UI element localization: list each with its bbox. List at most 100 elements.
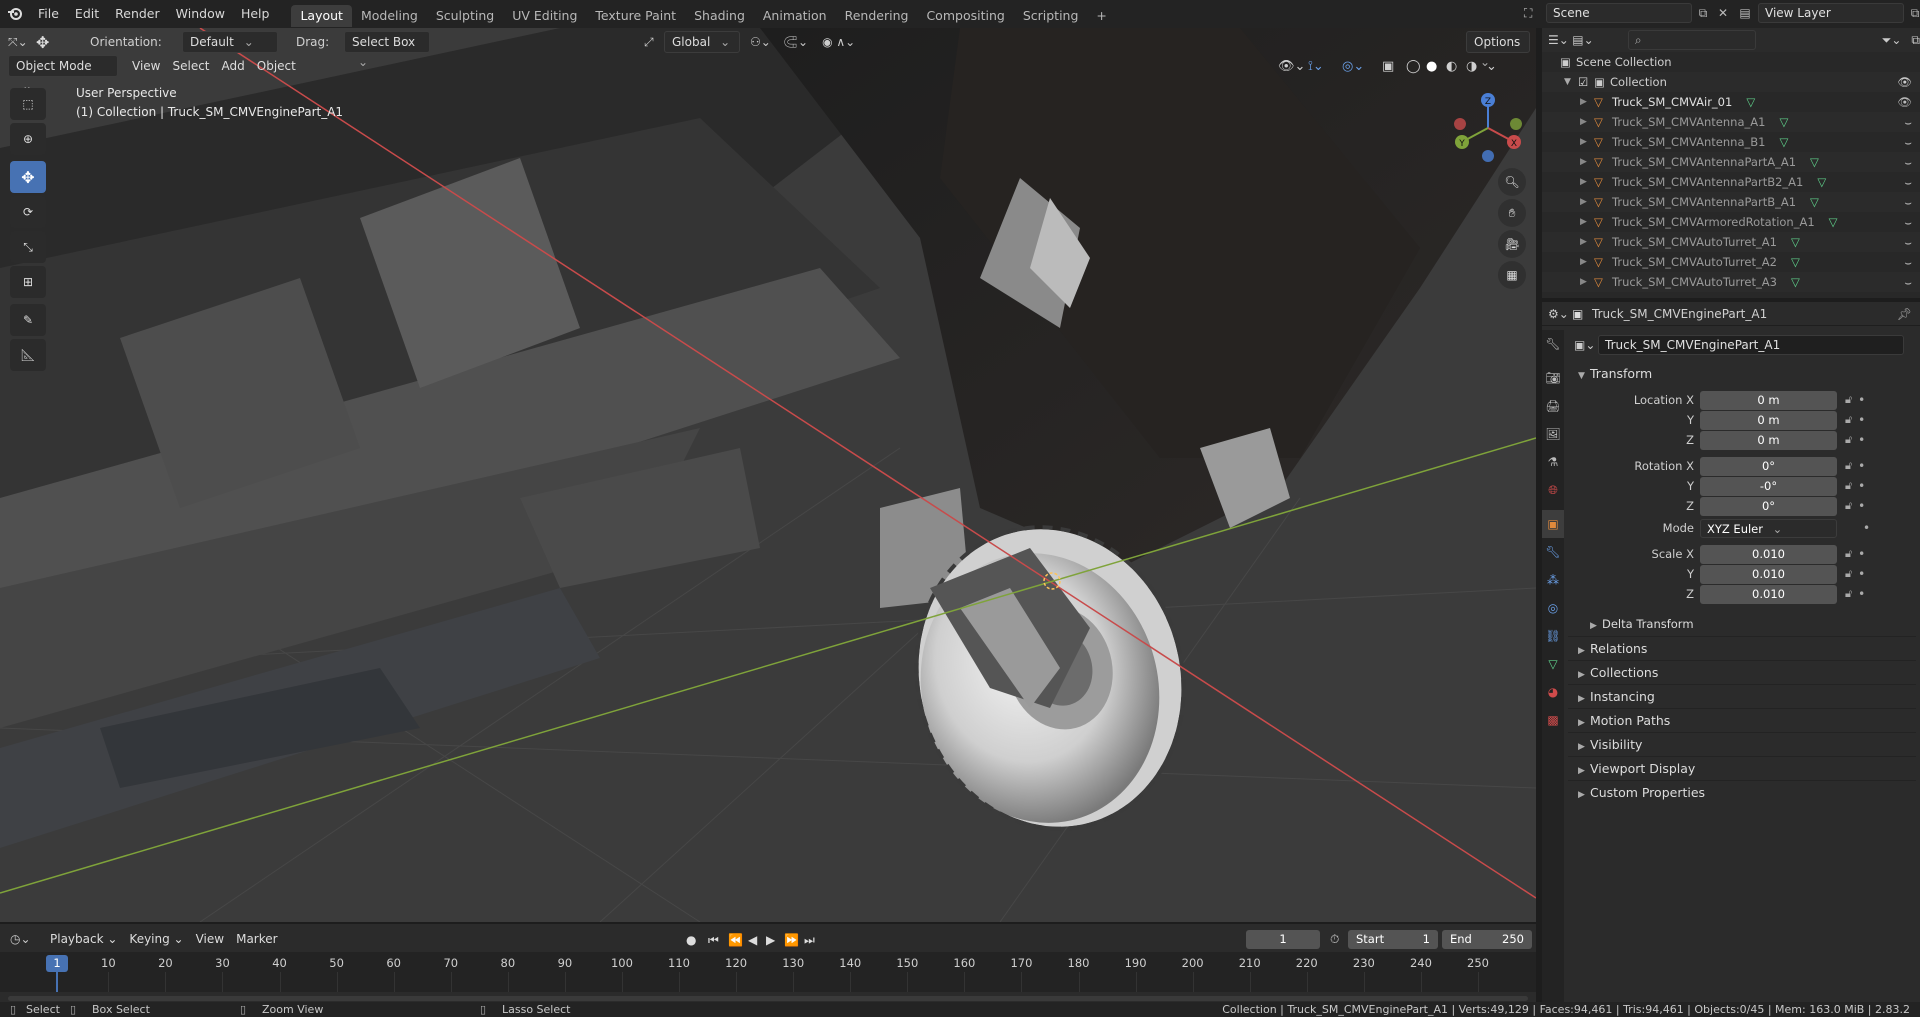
scale-z-field[interactable]: 0.010 [1700, 584, 1837, 604]
expand-icon[interactable]: ▶ [1580, 272, 1594, 292]
tab-scripting[interactable]: Scripting [1014, 5, 1088, 27]
jump-start-button[interactable]: ⏮ [708, 933, 728, 948]
keyframe-dot-icon[interactable]: • [1858, 459, 1865, 473]
tab-uv-editing[interactable]: UV Editing [503, 5, 586, 27]
eye-icon[interactable]: 👁︎ [1897, 72, 1912, 92]
zoom-button[interactable]: 🔍︎ [1498, 168, 1526, 196]
playhead[interactable]: 1 [46, 955, 68, 972]
jump-end-button[interactable]: ⏭ [804, 933, 824, 948]
scale-x-field[interactable]: 0.010 [1700, 544, 1837, 564]
tab-object[interactable]: ▣ [1542, 510, 1564, 538]
expand-icon[interactable]: ▶ [1580, 92, 1594, 112]
drag-dropdown[interactable]: Select Box [344, 31, 430, 53]
shading-solid-icon[interactable]: ● [1426, 59, 1446, 74]
editor-type-icon[interactable]: ⤧⌄ [8, 35, 36, 50]
keyframe-dot-icon[interactable]: • [1858, 479, 1865, 493]
play-button[interactable]: ▶ [766, 933, 784, 947]
eye-closed-icon[interactable]: ⌣ [1904, 112, 1912, 132]
select-box-tool[interactable]: ⬚ [10, 88, 46, 120]
panel-visibility[interactable]: ▶ Visibility [1568, 732, 1916, 756]
pan-button[interactable]: ✋︎ [1498, 199, 1526, 227]
mode-dropdown[interactable]: Object Mode [8, 55, 118, 77]
scale-tool[interactable]: ⤡ [10, 231, 46, 263]
viewport-menu-view[interactable]: View [126, 55, 166, 77]
annotate-tool[interactable]: ✎ [10, 304, 46, 336]
outliner-item[interactable]: ▶ ▽ Truck_SM_CMVAutoTurret_A3 ▽ ⌣ [1542, 272, 1920, 292]
current-frame-field[interactable]: 1 [1246, 929, 1320, 949]
rotation-x-field[interactable]: 0° [1700, 456, 1837, 476]
overlay-toggle-icon[interactable]: ◎⌄ [1342, 59, 1382, 74]
menu-render[interactable]: Render [107, 0, 168, 28]
collection-row[interactable]: ▼ ☑ ▣ Collection 👁︎ [1542, 72, 1920, 92]
tab-texture-paint[interactable]: Texture Paint [586, 5, 685, 27]
start-frame-field[interactable]: Start 1 [1348, 929, 1438, 949]
shading-material-icon[interactable]: ◐ [1446, 59, 1466, 74]
keyframe-dot-icon[interactable]: • [1858, 567, 1865, 581]
eye-closed-icon[interactable]: ⌣ [1904, 192, 1912, 212]
panel-collections[interactable]: ▶ Collections [1568, 660, 1916, 684]
viewport-menu-object[interactable]: Object [251, 55, 302, 77]
tab-modifiers[interactable]: 🔧︎ [1542, 538, 1564, 566]
outliner-item[interactable]: ▶ ▽ Truck_SM_CMVAntennaPartB_A1 ▽ ⌣ [1542, 192, 1920, 212]
timeline-scrollbar[interactable] [8, 996, 1528, 1001]
panel-motion-paths[interactable]: ▶ Motion Paths [1568, 708, 1916, 732]
rotation-mode-dropdown[interactable]: XYZ Euler [1700, 518, 1837, 538]
location-y-field[interactable]: 0 m [1700, 410, 1837, 430]
gizmo-toggle-icon[interactable]: ⟟⌄ [1308, 59, 1342, 74]
end-frame-field[interactable]: End 250 [1442, 929, 1532, 949]
lock-icon[interactable]: 🔓︎ [1845, 459, 1852, 473]
tab-layout[interactable]: Layout [291, 4, 352, 27]
tab-physics[interactable]: ◎ [1542, 594, 1564, 622]
orientation-dropdown[interactable]: Default [182, 31, 278, 53]
eye-closed-icon[interactable]: ⌣ [1904, 232, 1912, 252]
new-scene-icon[interactable]: ⧉ [1692, 6, 1714, 21]
eye-closed-icon[interactable]: ⌣ [1904, 212, 1912, 232]
pin-icon[interactable]: 📌︎ [1897, 307, 1912, 321]
measure-tool[interactable]: 📐︎ [10, 339, 46, 371]
outliner-search-input[interactable]: ⌕ [1627, 30, 1756, 50]
scale-y-field[interactable]: 0.010 [1700, 564, 1837, 584]
camera-button[interactable]: 🎥︎ [1498, 230, 1526, 258]
eye-closed-icon[interactable]: ⌣ [1904, 272, 1912, 292]
menu-window[interactable]: Window [168, 0, 233, 28]
scene-collection-row[interactable]: ▣ Scene Collection [1542, 52, 1920, 72]
cursor-tool[interactable]: ⊕ [10, 123, 46, 155]
expand-icon[interactable]: ▶ [1580, 152, 1594, 172]
lock-icon[interactable]: 🔓︎ [1845, 393, 1852, 407]
timeline-menu-view[interactable]: View [190, 928, 230, 950]
outliner-item[interactable]: ▶ ▽ Truck_SM_CMVArmoredRotation_A1 ▽ ⌣ [1542, 212, 1920, 232]
rotate-tool[interactable]: ⟳ [10, 196, 46, 228]
delta-transform-header[interactable]: ▶ Delta Transform [1568, 612, 1916, 636]
expand-icon[interactable]: ▶ [1580, 232, 1594, 252]
panel-viewport-display[interactable]: ▶ Viewport Display [1568, 756, 1916, 780]
xray-icon[interactable]: ▣ [1382, 59, 1406, 74]
transform-tool-icon[interactable]: ✥ [36, 33, 70, 52]
lock-icon[interactable]: 🔓︎ [1845, 499, 1852, 513]
delete-scene-icon[interactable]: ✕ [1714, 6, 1732, 20]
ortho-toggle-button[interactable]: ▦ [1498, 261, 1526, 289]
eye-icon[interactable]: 👁︎ [1897, 92, 1912, 112]
expand-icon[interactable]: ▶ [1580, 252, 1594, 272]
transform-tool[interactable]: ⊞ [10, 266, 46, 298]
eye-closed-icon[interactable]: ⌣ [1904, 172, 1912, 192]
panel-instancing[interactable]: ▶ Instancing [1568, 684, 1916, 708]
lock-icon[interactable]: 🔓︎ [1845, 587, 1852, 601]
location-x-field[interactable]: 0 m [1700, 390, 1837, 410]
keyframe-dot-icon[interactable]: • [1863, 521, 1870, 535]
filter-icon[interactable]: ⏷⌄ [1882, 33, 1902, 48]
tab-scene[interactable]: ⚗︎ [1542, 448, 1564, 476]
transform-panel-header[interactable]: ▼ Transform [1568, 362, 1916, 386]
menu-file[interactable]: File [30, 0, 67, 28]
tab-world[interactable]: 🌐︎ [1542, 476, 1564, 504]
snap-icon[interactable]: 🧲︎⌄ [783, 35, 808, 49]
move-tool[interactable]: ✥ [10, 161, 46, 193]
timeline-type-icon[interactable]: ◷⌄ [0, 932, 36, 946]
keyframe-dot-icon[interactable]: • [1858, 499, 1865, 513]
navigation-gizmo[interactable]: Z X Y [1450, 90, 1526, 166]
menu-edit[interactable]: Edit [67, 0, 107, 28]
view-layer-icon[interactable]: ▤ [1732, 6, 1758, 20]
3d-viewport[interactable]: ⤧⌄ ✥ Orientation: Default Drag: Select B… [0, 28, 1536, 922]
expand-icon[interactable]: ▼ [1564, 72, 1578, 92]
tab-particles[interactable]: ⁂ [1542, 566, 1564, 594]
add-workspace-button[interactable]: + [1087, 5, 1115, 27]
